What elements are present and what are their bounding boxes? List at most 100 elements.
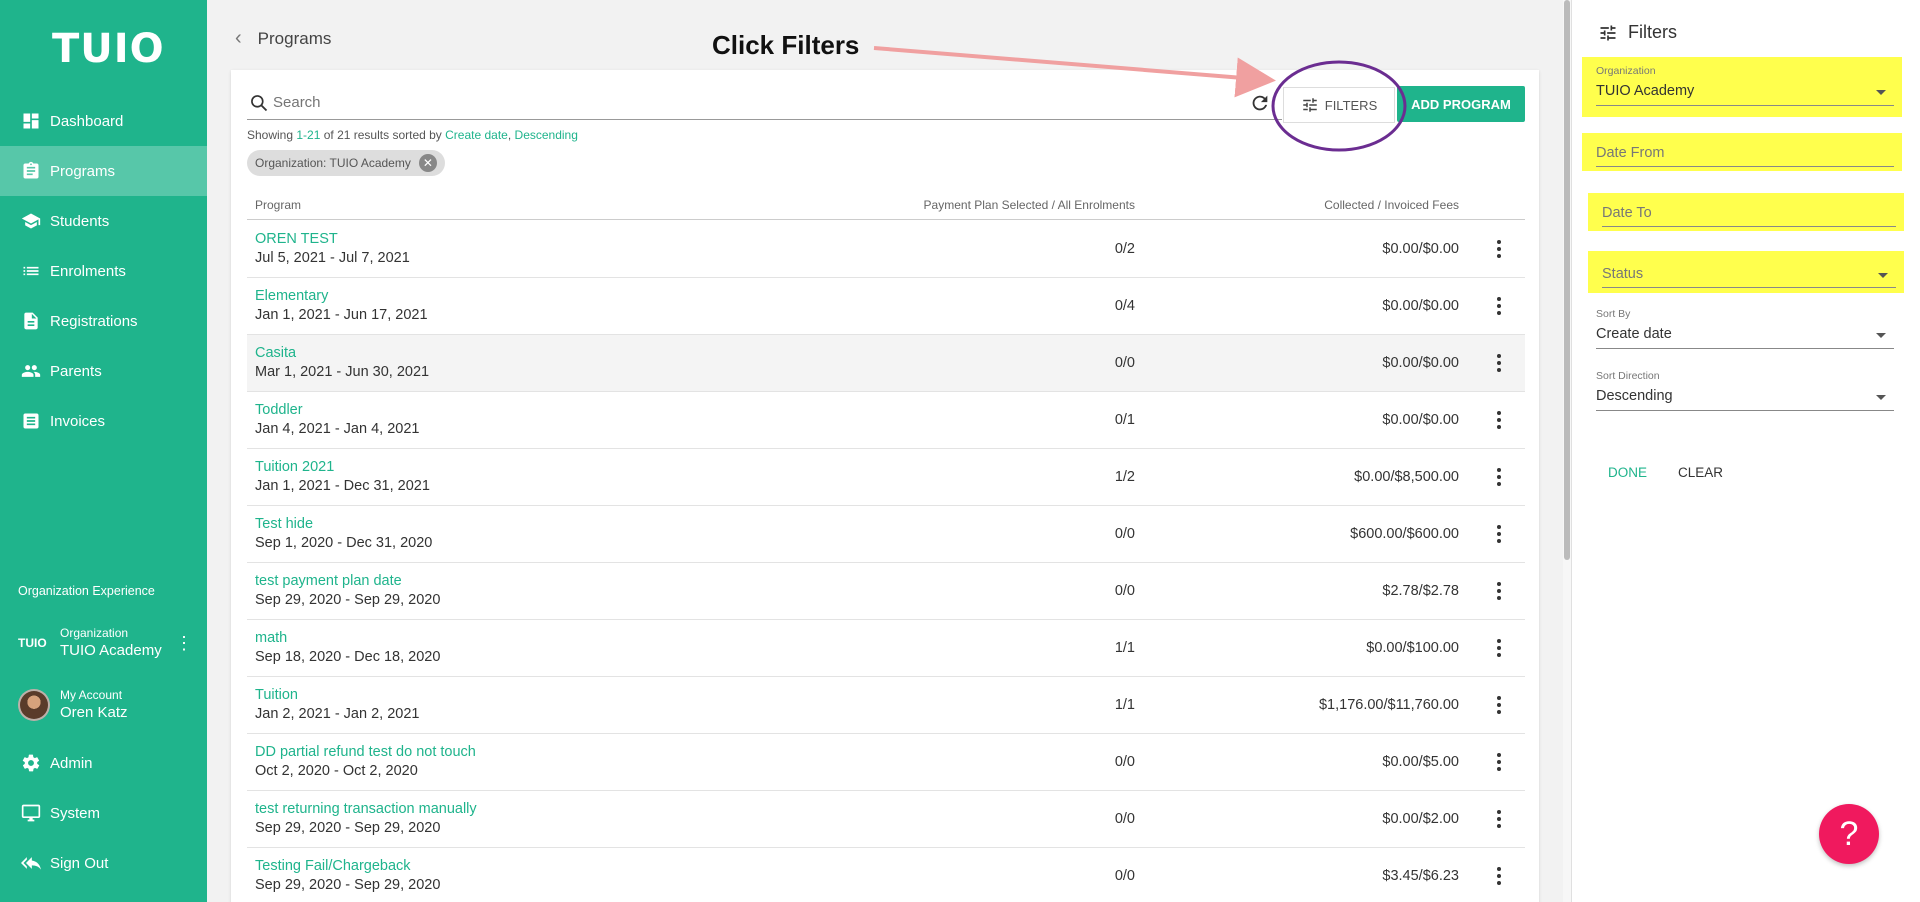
header-fees: Collected / Invoiced Fees bbox=[1324, 198, 1459, 212]
sidebar-item-admin[interactable]: Admin bbox=[0, 738, 207, 788]
field-underline bbox=[1596, 410, 1894, 411]
results-summary: Showing 1-21 of 21 results sorted by Cre… bbox=[247, 128, 578, 142]
table-row: Elementary Jan 1, 2021 - Jun 17, 2021 0/4 $… bbox=[247, 278, 1525, 335]
payment-plan-count: 1/2 bbox=[1114, 469, 1135, 485]
program-name-link[interactable]: Tuition 2021 bbox=[255, 459, 334, 475]
section-label: Organization Experience bbox=[18, 584, 155, 598]
date-from-field[interactable]: Date From bbox=[1582, 133, 1902, 171]
payment-plan-count: 0/0 bbox=[1114, 868, 1135, 884]
organization-select[interactable]: Organization TUIO Academy bbox=[1582, 57, 1902, 117]
page-title: Programs bbox=[257, 28, 332, 48]
status-placeholder: Status bbox=[1602, 266, 1644, 282]
program-dates: Jan 4, 2021 - Jan 4, 2021 bbox=[255, 421, 420, 437]
program-name-link[interactable]: DD partial refund test do not touch bbox=[255, 744, 476, 760]
field-underline bbox=[1596, 166, 1894, 167]
program-name-link[interactable]: Testing Fail/Chargeback bbox=[255, 858, 411, 874]
people-icon bbox=[20, 360, 42, 382]
row-more-icon[interactable] bbox=[1495, 637, 1503, 659]
table-row: Testing Fail/Chargeback Sep 29, 2020 - Se… bbox=[247, 848, 1525, 902]
sidebar-item-label: Dashboard bbox=[50, 112, 124, 130]
sidebar-item-invoices[interactable]: Invoices bbox=[0, 396, 207, 446]
fees-value: $0.00/$2.00 bbox=[1382, 811, 1459, 827]
program-name-link[interactable]: test returning transaction manually bbox=[255, 801, 477, 817]
filter-chip: Organization: TUIO Academy ✕ bbox=[247, 150, 445, 176]
document-icon bbox=[20, 310, 42, 332]
program-name-link[interactable]: Tuition bbox=[255, 687, 298, 703]
sidebar-item-programs[interactable]: Programs bbox=[0, 146, 207, 196]
date-to-placeholder: Date To bbox=[1602, 205, 1652, 221]
row-more-icon[interactable] bbox=[1495, 865, 1503, 887]
add-program-button[interactable]: ADD PROGRAM bbox=[1397, 86, 1525, 122]
row-more-icon[interactable] bbox=[1495, 808, 1503, 830]
row-more-icon[interactable] bbox=[1495, 352, 1503, 374]
fees-value: $0.00/$0.00 bbox=[1382, 412, 1459, 428]
tune-icon bbox=[1600, 25, 1616, 40]
row-more-icon[interactable] bbox=[1495, 238, 1503, 260]
clipboard-icon bbox=[20, 160, 42, 182]
org-sub-label: Organization bbox=[60, 626, 129, 640]
program-name-link[interactable]: OREN TEST bbox=[255, 231, 338, 247]
chevron-down-icon bbox=[1876, 333, 1886, 338]
page-header: ‹ Programs bbox=[235, 27, 331, 50]
row-more-icon[interactable] bbox=[1495, 295, 1503, 317]
search-input[interactable] bbox=[273, 94, 1223, 111]
results-middle: of 21 results sorted by bbox=[320, 128, 446, 142]
sidebar-item-parents[interactable]: Parents bbox=[0, 346, 207, 396]
sidebar-item-registrations[interactable]: Registrations bbox=[0, 296, 207, 346]
program-name-link[interactable]: Toddler bbox=[255, 402, 303, 418]
search-icon bbox=[251, 94, 268, 111]
row-more-icon[interactable] bbox=[1495, 751, 1503, 773]
sort-direction-select[interactable]: Sort Direction Descending bbox=[1582, 367, 1902, 417]
refresh-icon[interactable] bbox=[1249, 92, 1271, 114]
chip-remove-icon[interactable]: ✕ bbox=[418, 154, 437, 172]
list-icon bbox=[20, 260, 42, 282]
row-more-icon[interactable] bbox=[1495, 694, 1503, 716]
field-underline bbox=[1602, 287, 1896, 288]
organization-switcher[interactable]: TUIO Organization TUIO Academy ⋮ bbox=[18, 626, 193, 659]
done-button[interactable]: DONE bbox=[1608, 465, 1647, 480]
scrollbar-thumb[interactable] bbox=[1564, 0, 1570, 560]
row-more-icon[interactable] bbox=[1495, 466, 1503, 488]
status-select[interactable]: Status bbox=[1588, 251, 1904, 293]
sidebar-item-label: Enrolments bbox=[50, 262, 126, 280]
org-logo: TUIO bbox=[18, 635, 47, 650]
row-more-icon[interactable] bbox=[1495, 580, 1503, 602]
sidebar-item-dashboard[interactable]: Dashboard bbox=[0, 96, 207, 146]
row-more-icon[interactable] bbox=[1495, 409, 1503, 431]
program-name-link[interactable]: Test hide bbox=[255, 516, 313, 532]
fees-value: $1,176.00/$11,760.00 bbox=[1318, 697, 1459, 713]
tuio-logo: TUIO bbox=[52, 26, 165, 72]
results-comma: , bbox=[507, 128, 515, 142]
program-dates: Jan 1, 2021 - Jun 17, 2021 bbox=[255, 307, 428, 323]
help-button[interactable]: ? bbox=[1819, 804, 1879, 864]
sidebar-item-enrolments[interactable]: Enrolments bbox=[0, 246, 207, 296]
program-name-link[interactable]: Casita bbox=[255, 345, 296, 361]
sidebar-item-students[interactable]: Students bbox=[0, 196, 207, 246]
date-to-field[interactable]: Date To bbox=[1588, 193, 1904, 231]
filters-panel-title: Filters bbox=[1598, 22, 1677, 43]
sidebar-item-system[interactable]: System bbox=[0, 788, 207, 838]
program-dates: Sep 29, 2020 - Sep 29, 2020 bbox=[255, 592, 441, 608]
org-menu-icon[interactable]: ⋮ bbox=[175, 634, 193, 652]
results-sort-field[interactable]: Create date bbox=[445, 128, 508, 142]
school-icon bbox=[20, 210, 42, 232]
results-sort-direction[interactable]: Descending bbox=[515, 128, 578, 142]
gear-icon bbox=[20, 752, 42, 774]
program-name-link[interactable]: test payment plan date bbox=[255, 573, 402, 589]
field-underline bbox=[1596, 348, 1894, 349]
sidebar-item-label: Parents bbox=[50, 362, 102, 380]
table-row: Test hide Sep 1, 2020 - Dec 31, 2020 0/0 $6… bbox=[247, 506, 1525, 563]
payment-plan-count: 1/1 bbox=[1114, 640, 1135, 656]
program-name-link[interactable]: math bbox=[255, 630, 287, 646]
sidebar-item-sign-out[interactable]: Sign Out bbox=[0, 838, 207, 888]
sort-direction-value: Descending bbox=[1596, 388, 1673, 404]
my-account[interactable]: My Account Oren Katz bbox=[18, 688, 193, 721]
program-name-link[interactable]: Elementary bbox=[255, 288, 328, 304]
back-arrow-icon[interactable]: ‹ bbox=[235, 27, 242, 50]
row-more-icon[interactable] bbox=[1495, 523, 1503, 545]
filters-button[interactable]: FILTERS bbox=[1283, 87, 1395, 123]
sort-by-select[interactable]: Sort By Create date bbox=[1582, 305, 1902, 355]
program-dates: Sep 29, 2020 - Sep 29, 2020 bbox=[255, 820, 441, 836]
clear-button[interactable]: CLEAR bbox=[1678, 465, 1723, 480]
programs-card: FILTERS ADD PROGRAM Showing 1-21 of 21 r… bbox=[231, 70, 1539, 902]
